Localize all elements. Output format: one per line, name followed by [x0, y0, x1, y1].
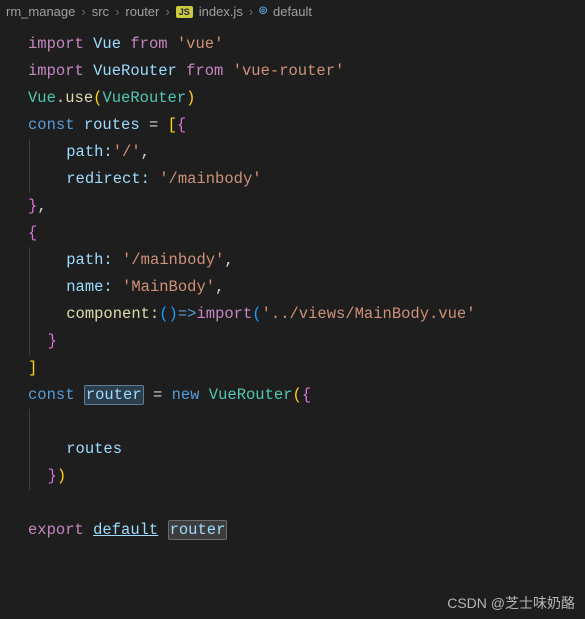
- code-line[interactable]: }): [28, 463, 585, 490]
- code-line[interactable]: const routes = [{: [28, 112, 585, 139]
- code-line[interactable]: routes: [28, 436, 585, 463]
- code-line[interactable]: component:()=>import('../views/MainBody.…: [28, 301, 585, 328]
- code-line[interactable]: path:'/',: [28, 139, 585, 166]
- js-icon: JS: [176, 6, 193, 18]
- code-line[interactable]: name: 'MainBody',: [28, 274, 585, 301]
- chevron-right-icon: ›: [163, 4, 171, 19]
- code-line[interactable]: },: [28, 193, 585, 220]
- code-line[interactable]: Vue.use(VueRouter): [28, 85, 585, 112]
- breadcrumb-item[interactable]: src: [92, 4, 109, 19]
- watermark: CSDN @芝士味奶酪: [447, 593, 575, 613]
- code-line[interactable]: path: '/mainbody',: [28, 247, 585, 274]
- code-line[interactable]: export default router: [28, 517, 585, 544]
- chevron-right-icon: ›: [79, 4, 87, 19]
- breadcrumb-item[interactable]: index.js: [199, 4, 243, 19]
- code-line[interactable]: import VueRouter from 'vue-router': [28, 58, 585, 85]
- code-line[interactable]: }: [28, 328, 585, 355]
- breadcrumb-item[interactable]: router: [125, 4, 159, 19]
- chevron-right-icon: ›: [113, 4, 121, 19]
- code-line[interactable]: const router = new VueRouter({: [28, 382, 585, 409]
- code-line[interactable]: ]: [28, 355, 585, 382]
- code-editor[interactable]: import Vue from 'vue' import VueRouter f…: [0, 23, 585, 552]
- code-line[interactable]: redirect: '/mainbody': [28, 166, 585, 193]
- breadcrumb-item[interactable]: rm_manage: [6, 4, 75, 19]
- symbol-icon: ⌾: [259, 4, 267, 19]
- breadcrumb[interactable]: rm_manage › src › router › JS index.js ›…: [0, 0, 585, 23]
- breadcrumb-item[interactable]: default: [273, 4, 312, 19]
- code-line[interactable]: import Vue from 'vue': [28, 31, 585, 58]
- chevron-right-icon: ›: [247, 4, 255, 19]
- code-line[interactable]: {: [28, 220, 585, 247]
